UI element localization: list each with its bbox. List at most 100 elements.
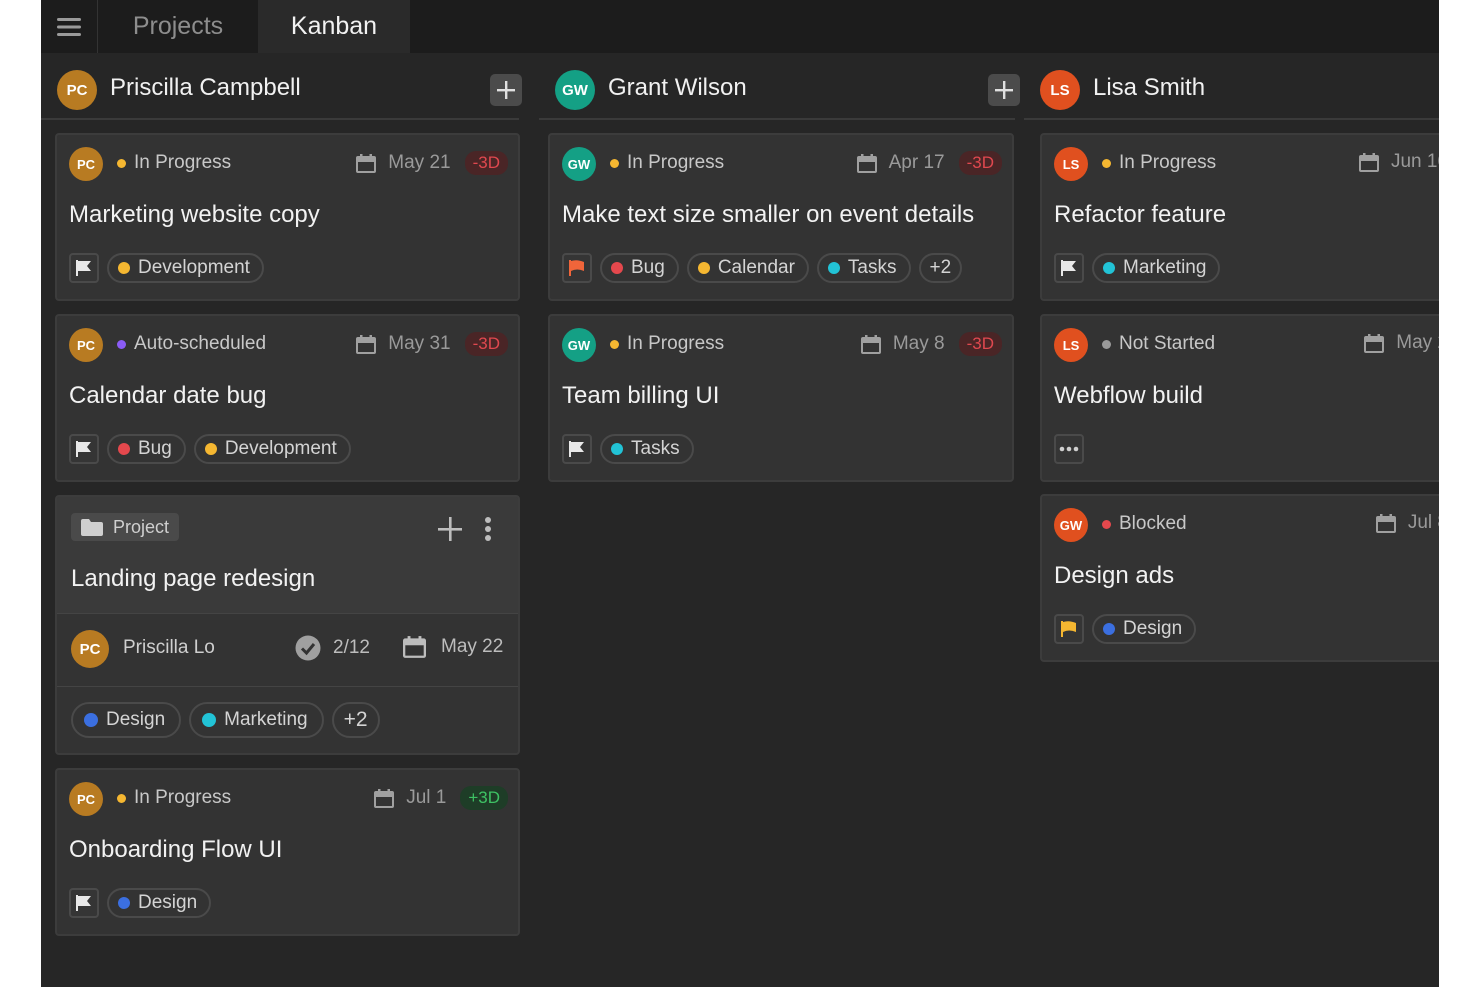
- project-meta: PC Priscilla Lo 2/12 May 22: [57, 613, 518, 687]
- tag-development[interactable]: Development: [193, 434, 351, 464]
- status-label: In Progress: [610, 333, 724, 355]
- tag-label: Tasks: [631, 438, 680, 459]
- tag-development[interactable]: Development: [107, 253, 264, 283]
- kanban-app: Projects Kanban PC Priscilla Campbell GW…: [41, 0, 1439, 987]
- tag-design[interactable]: Design: [107, 888, 212, 918]
- avatar: LS: [1040, 70, 1080, 110]
- status-dot: [1102, 158, 1111, 168]
- status-dot: [117, 793, 126, 803]
- tag-design[interactable]: Design: [71, 702, 182, 738]
- owner-name: Priscilla Lo: [123, 637, 215, 658]
- project-card[interactable]: Project Landing page redesign PC Priscil…: [55, 495, 520, 755]
- project-title: Landing page redesign: [71, 565, 316, 592]
- task-card[interactable]: LS In Progress Jun 16 Refactor feature M…: [1040, 133, 1439, 301]
- menu-button[interactable]: [41, 0, 98, 53]
- tab-kanban[interactable]: Kanban: [258, 0, 410, 53]
- project-label: Project: [71, 513, 180, 541]
- priority-flag-button[interactable]: [69, 888, 99, 918]
- tag-label: Bug: [138, 438, 172, 459]
- more-tags-button[interactable]: +2: [918, 253, 963, 283]
- tag-label: Development: [138, 257, 250, 278]
- priority-flag-button[interactable]: [69, 434, 99, 464]
- task-card[interactable]: GW Blocked Jul 8 Design ads Design: [1040, 494, 1439, 662]
- date-text: May 21: [388, 152, 451, 173]
- tag-label: Design: [106, 709, 166, 730]
- tag-dot: [202, 713, 217, 727]
- tag-bug[interactable]: Bug: [600, 253, 679, 283]
- status-label: Blocked: [1102, 513, 1187, 535]
- flag-icon: [569, 441, 584, 457]
- column-owner-name: Grant Wilson: [608, 74, 747, 101]
- task-title: Webflow build: [1054, 382, 1203, 409]
- tag-row: Design Marketing +2: [71, 702, 380, 738]
- more-options-button[interactable]: [477, 515, 499, 543]
- tab-projects[interactable]: Projects: [98, 0, 258, 53]
- tag-row: Bug Development: [69, 434, 351, 464]
- status-label: Not Started: [1102, 333, 1215, 355]
- tag-row: Tasks: [562, 434, 694, 464]
- tag-marketing[interactable]: Marketing: [189, 702, 324, 738]
- due-date: Apr 17 -3D: [856, 151, 1002, 175]
- flag-icon: [76, 260, 91, 276]
- tag-label: Design: [138, 892, 198, 913]
- priority-flag-button[interactable]: [69, 253, 99, 283]
- date-text: Jul 1: [406, 787, 447, 808]
- progress-text: 2/12: [333, 637, 370, 658]
- tag-dot: [84, 713, 98, 727]
- task-card[interactable]: GW In Progress Apr 17 -3D Make text size…: [548, 133, 1014, 301]
- tag-calendar[interactable]: Calendar: [686, 253, 809, 283]
- avatar: GW: [555, 70, 595, 110]
- avatar: PC: [69, 782, 103, 816]
- overdue-badge: -3D: [958, 151, 1002, 175]
- tag-marketing[interactable]: Marketing: [1092, 253, 1221, 283]
- tag-bug[interactable]: Bug: [107, 434, 186, 464]
- avatar: LS: [1054, 328, 1088, 362]
- priority-flag-button[interactable]: [1054, 614, 1084, 644]
- status-text: Blocked: [1119, 513, 1187, 534]
- due-date: Jul 8: [1375, 512, 1439, 534]
- calendar-icon: [356, 334, 377, 354]
- add-task-button[interactable]: [988, 74, 1020, 106]
- tag-tasks[interactable]: Tasks: [816, 253, 911, 283]
- task-title: Refactor feature: [1054, 201, 1227, 228]
- priority-flag-button[interactable]: [562, 434, 592, 464]
- tag-design[interactable]: Design: [1092, 614, 1197, 644]
- avatar: PC: [71, 630, 109, 668]
- avatar: LS: [1054, 147, 1088, 181]
- tag-dot: [204, 443, 217, 455]
- ahead-badge: +3D: [460, 786, 508, 810]
- task-card[interactable]: PC In Progress May 21 -3D Marketing webs…: [55, 133, 520, 301]
- overdue-badge: -3D: [464, 332, 508, 356]
- task-title: Make text size smaller on event details: [562, 201, 975, 228]
- avatar: PC: [69, 147, 103, 181]
- tag-tasks[interactable]: Tasks: [600, 434, 694, 464]
- calendar-icon: [860, 334, 881, 354]
- date-text: Apr 17: [888, 152, 945, 173]
- task-card[interactable]: PC Auto-scheduled May 31 -3D Calendar da…: [55, 314, 520, 482]
- priority-flag-button[interactable]: [1054, 253, 1084, 283]
- tag-dot: [611, 443, 623, 455]
- task-card[interactable]: PC In Progress Jul 1 +3D Onboarding Flow…: [55, 768, 520, 936]
- more-options-button[interactable]: [1054, 434, 1084, 464]
- priority-flag-button[interactable]: [562, 253, 592, 283]
- add-subtask-button[interactable]: [436, 515, 464, 543]
- avatar: GW: [1054, 508, 1088, 542]
- add-task-button[interactable]: [490, 74, 522, 106]
- due-date: May 8 -3D: [860, 332, 1002, 356]
- status-dot: [610, 339, 619, 349]
- status-dot: [1102, 339, 1111, 349]
- folder-icon: [81, 518, 103, 536]
- task-title: Design ads: [1054, 562, 1175, 589]
- more-vertical-icon: [485, 517, 491, 541]
- status-label: In Progress: [1102, 152, 1216, 174]
- more-horizontal-icon: [1059, 446, 1079, 452]
- calendar-icon: [356, 153, 377, 173]
- plus-icon: [995, 81, 1013, 99]
- task-card[interactable]: GW In Progress May 8 -3D Team billing UI…: [548, 314, 1014, 482]
- status-text: In Progress: [1119, 152, 1217, 173]
- task-card[interactable]: LS Not Started May 2 Webflow build: [1040, 314, 1439, 482]
- date-text: Jul 8: [1407, 512, 1439, 533]
- more-tags-button[interactable]: +2: [331, 702, 380, 738]
- tag-dot: [118, 897, 130, 909]
- flag-icon: [76, 895, 91, 911]
